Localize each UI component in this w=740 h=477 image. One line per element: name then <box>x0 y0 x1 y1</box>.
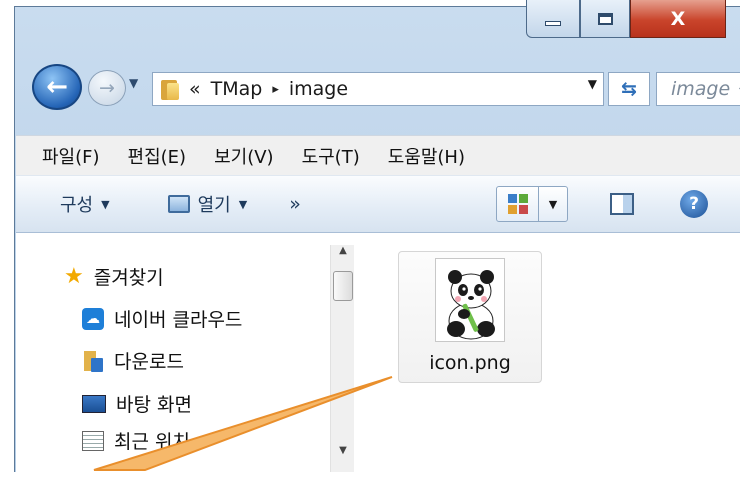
menu-file[interactable]: 파일(F) <box>42 143 100 169</box>
address-bar[interactable]: « TMap ▸ image ▼ <box>152 72 604 106</box>
recent-places-icon <box>82 430 104 451</box>
maximize-button[interactable] <box>580 0 630 38</box>
change-view-button[interactable]: ▼ <box>496 186 568 222</box>
refresh-icon: ⇆ <box>621 78 637 100</box>
scroll-thumb[interactable] <box>333 271 353 301</box>
file-list: icon.png <box>366 233 740 472</box>
cloud-icon: ☁ <box>82 307 104 330</box>
breadcrumb-overflow[interactable]: « <box>189 78 201 100</box>
panda-thumbnail-icon <box>435 258 505 342</box>
menu-edit[interactable]: 편집(E) <box>128 143 187 169</box>
sidebar-item-recent-places[interactable]: 최근 위치 <box>82 427 190 454</box>
view-dropdown-icon[interactable]: ▼ <box>539 187 567 221</box>
forward-arrow-icon: → <box>99 77 115 99</box>
breadcrumb-separator[interactable]: ▸ <box>272 82 279 97</box>
scroll-down-icon[interactable]: ▼ <box>331 445 355 465</box>
open-button[interactable]: 열기 ▼ <box>167 191 248 217</box>
open-label: 열기 <box>197 195 231 216</box>
more-commands-button[interactable]: » <box>289 193 301 215</box>
menu-view[interactable]: 보기(V) <box>214 143 273 169</box>
preview-pane-button[interactable] <box>610 193 634 215</box>
open-icon <box>167 195 190 213</box>
chevron-down-icon: ▼ <box>101 197 110 211</box>
sidebar-item-label: 네이버 클라우드 <box>114 309 243 331</box>
refresh-button[interactable]: ⇆ <box>608 72 650 106</box>
maximize-icon <box>597 12 613 25</box>
breadcrumb-item-image[interactable]: image <box>289 78 348 100</box>
file-item[interactable]: icon.png <box>398 251 542 383</box>
view-icon[interactable] <box>497 187 539 221</box>
back-arrow-icon: ← <box>46 72 68 102</box>
sidebar-item-favorites[interactable]: ★ 즐겨찾기 <box>64 263 164 290</box>
sidebar-item-label: 바탕 화면 <box>116 394 192 416</box>
sidebar-item-downloads[interactable]: 다운로드 <box>82 347 184 374</box>
close-button[interactable]: X <box>630 0 726 38</box>
forward-button[interactable]: → <box>88 70 126 106</box>
scroll-up-icon[interactable]: ▲ <box>331 245 355 265</box>
downloads-folder-icon <box>82 350 104 372</box>
breadcrumb-item-tmap[interactable]: TMap <box>211 78 263 100</box>
sidebar-item-label: 다운로드 <box>114 351 184 373</box>
help-button[interactable]: ? <box>680 190 708 218</box>
help-icon: ? <box>689 194 699 214</box>
minimize-button[interactable] <box>526 0 580 38</box>
desktop-icon <box>82 394 106 413</box>
sidebar-item-desktop[interactable]: 바탕 화면 <box>82 390 192 417</box>
star-icon: ★ <box>64 263 84 289</box>
navigation-pane: ★ 즐겨찾기 ☁ 네이버 클라우드 다운로드 바탕 화면 최근 위치 ▲ ▼ <box>16 233 366 472</box>
sidebar-item-label: 최근 위치 <box>114 431 190 453</box>
search-input[interactable]: image 검 <box>656 72 740 106</box>
command-bar: 구성 ▼ 열기 ▼ » ▼ ? <box>16 175 740 233</box>
chevron-down-icon: ▼ <box>238 197 248 211</box>
recent-pages-dropdown[interactable]: ▼ <box>129 76 138 90</box>
menu-bar: 파일(F) 편집(E) 보기(V) 도구(T) 도움말(H) <box>16 135 740 175</box>
back-button[interactable]: ← <box>32 64 82 110</box>
menu-help[interactable]: 도움말(H) <box>388 143 465 169</box>
file-name: icon.png <box>429 352 511 374</box>
navigation-bar: ← → ▼ « TMap ▸ image ▼ ⇆ image 검 <box>16 64 740 110</box>
address-dropdown-icon[interactable]: ▼ <box>588 77 597 91</box>
close-icon: X <box>670 7 686 30</box>
organize-label: 구성 <box>60 195 94 216</box>
sidebar-item-label: 즐겨찾기 <box>93 267 164 289</box>
folder-icon <box>159 78 181 100</box>
minimize-icon <box>545 21 561 26</box>
sidebar-item-naver-cloud[interactable]: ☁ 네이버 클라우드 <box>82 305 242 332</box>
menu-tools[interactable]: 도구(T) <box>302 143 360 169</box>
caption-buttons: X <box>526 0 726 38</box>
vertical-scrollbar[interactable]: ▲ ▼ <box>330 245 354 472</box>
organize-button[interactable]: 구성 ▼ <box>60 191 110 217</box>
breadcrumb: « TMap ▸ image <box>189 78 348 100</box>
